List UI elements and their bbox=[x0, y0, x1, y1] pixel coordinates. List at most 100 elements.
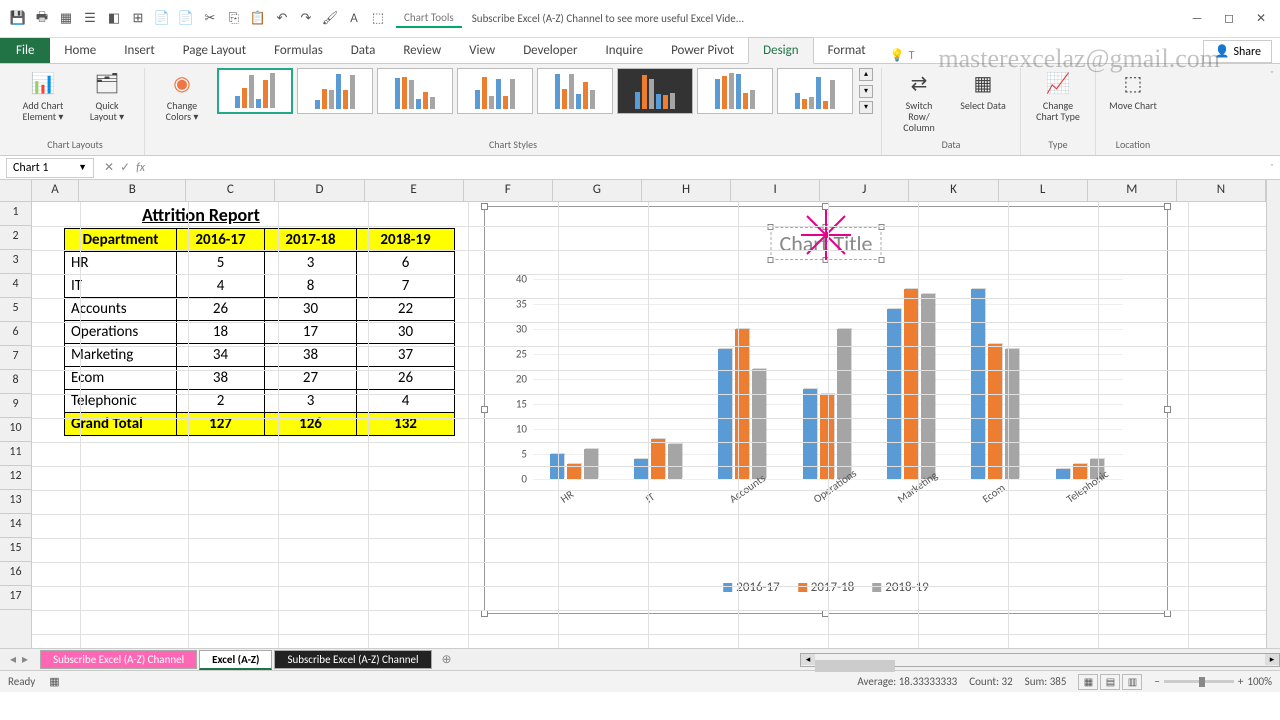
vertical-scrollbar[interactable] bbox=[1266, 180, 1280, 648]
tab-page-layout[interactable]: Page Layout bbox=[169, 38, 260, 63]
row-header-6[interactable]: 6 bbox=[0, 322, 31, 346]
tab-developer[interactable]: Developer bbox=[509, 38, 591, 63]
share-button[interactable]: 👤Share bbox=[1203, 40, 1272, 63]
column-header-A[interactable]: A bbox=[32, 180, 80, 201]
sheet-tab-2[interactable]: Excel (A-Z) bbox=[199, 650, 272, 670]
select-all-corner[interactable] bbox=[0, 180, 32, 201]
column-header-K[interactable]: K bbox=[909, 180, 998, 201]
minimize-button[interactable]: — bbox=[1182, 9, 1212, 29]
cells-area[interactable]: Attrition Report Department2016-172017-1… bbox=[32, 202, 1266, 648]
style-scroll[interactable]: ▴▾▾ bbox=[859, 68, 873, 114]
redo-icon[interactable]: ↷ bbox=[298, 11, 314, 27]
chart-style-7[interactable] bbox=[697, 68, 773, 114]
qat-icon-3[interactable]: ▦ bbox=[58, 11, 74, 27]
chart-style-5[interactable] bbox=[537, 68, 613, 114]
column-header-L[interactable]: L bbox=[999, 180, 1088, 201]
chart-style-4[interactable] bbox=[457, 68, 533, 114]
close-button[interactable]: ✕ bbox=[1246, 9, 1276, 29]
column-header-J[interactable]: J bbox=[820, 180, 909, 201]
normal-view-button[interactable]: ▦ bbox=[1078, 674, 1098, 690]
zoom-out-button[interactable]: − bbox=[1154, 675, 1159, 688]
tell-me-search[interactable]: 💡T bbox=[890, 48, 915, 63]
macro-icon[interactable]: ▦ bbox=[49, 675, 59, 688]
zoom-in-button[interactable]: + bbox=[1238, 675, 1243, 688]
expand-formula-icon[interactable]: ˇ bbox=[1264, 161, 1280, 174]
restore-button[interactable]: ◻ bbox=[1214, 9, 1244, 29]
row-header-15[interactable]: 15 bbox=[0, 538, 31, 562]
column-header-N[interactable]: N bbox=[1177, 180, 1266, 201]
tab-review[interactable]: Review bbox=[389, 38, 455, 63]
row-header-3[interactable]: 3 bbox=[0, 250, 31, 274]
change-colors-button[interactable]: ◉Change Colors ▾ bbox=[153, 68, 211, 124]
undo-icon[interactable]: ↶ bbox=[274, 11, 290, 27]
file-tab[interactable]: File bbox=[0, 38, 50, 63]
row-header-4[interactable]: 4 bbox=[0, 274, 31, 298]
column-header-B[interactable]: B bbox=[79, 180, 186, 201]
switch-row-column-button[interactable]: ⇄Switch Row/ Column bbox=[890, 68, 948, 135]
chart-style-2[interactable] bbox=[297, 68, 373, 114]
tab-formulas[interactable]: Formulas bbox=[260, 38, 337, 63]
print-icon[interactable]: 🖶 bbox=[34, 11, 50, 27]
sheet-nav[interactable]: ◂▸ bbox=[0, 652, 38, 667]
tab-inquire[interactable]: Inquire bbox=[591, 38, 657, 63]
row-header-2[interactable]: 2 bbox=[0, 226, 31, 250]
qat-icon-7[interactable]: 📄 bbox=[154, 11, 170, 27]
row-header-1[interactable]: 1 bbox=[0, 202, 31, 226]
chart-object[interactable]: Chart Title 0510152025303540 HRITAccount… bbox=[484, 206, 1168, 614]
chart-style-8[interactable] bbox=[777, 68, 853, 114]
tab-home[interactable]: Home bbox=[50, 38, 110, 63]
fx-icon[interactable]: fx bbox=[136, 161, 145, 175]
qat-icon-5[interactable]: ◧ bbox=[106, 11, 122, 27]
row-header-9[interactable]: 9 bbox=[0, 394, 31, 418]
column-header-E[interactable]: E bbox=[365, 180, 464, 201]
row-header-14[interactable]: 14 bbox=[0, 514, 31, 538]
tab-power-pivot[interactable]: Power Pivot bbox=[657, 38, 748, 63]
qat-icon-8[interactable]: 📄 bbox=[178, 11, 194, 27]
chart-title[interactable]: Chart Title bbox=[771, 227, 882, 260]
qat-icon-14[interactable]: 🖌 bbox=[322, 11, 338, 27]
row-header-10[interactable]: 10 bbox=[0, 418, 31, 442]
tab-data[interactable]: Data bbox=[337, 38, 390, 63]
column-header-F[interactable]: F bbox=[464, 180, 553, 201]
cut-icon[interactable]: ✂ bbox=[202, 11, 218, 27]
collapse-ribbon-icon[interactable]: ˇ bbox=[1270, 68, 1274, 81]
sheet-tab-3[interactable]: Subscribe Excel (A-Z) Channel bbox=[274, 650, 431, 669]
qat-icon-16[interactable]: ⬚ bbox=[370, 11, 386, 27]
quick-layout-button[interactable]: 🗂Quick Layout ▾ bbox=[78, 68, 136, 124]
horizontal-scrollbar[interactable]: ◂▸ bbox=[800, 653, 1280, 667]
copy-icon[interactable]: ⎘ bbox=[226, 11, 242, 27]
new-sheet-button[interactable]: ⊕ bbox=[432, 652, 462, 667]
row-header-12[interactable]: 12 bbox=[0, 466, 31, 490]
chart-style-3[interactable] bbox=[377, 68, 453, 114]
enter-formula-icon[interactable]: ✓ bbox=[120, 160, 130, 175]
row-header-13[interactable]: 13 bbox=[0, 490, 31, 514]
page-break-view-button[interactable]: ▥ bbox=[1122, 674, 1142, 690]
qat-icon-15[interactable]: A bbox=[346, 11, 362, 27]
formula-input[interactable] bbox=[155, 158, 1264, 177]
select-data-button[interactable]: ▦Select Data bbox=[954, 68, 1012, 113]
page-layout-view-button[interactable]: ▤ bbox=[1100, 674, 1120, 690]
cancel-formula-icon[interactable]: ✕ bbox=[104, 160, 114, 175]
column-header-D[interactable]: D bbox=[275, 180, 364, 201]
qat-icon-6[interactable]: ⊞ bbox=[130, 11, 146, 27]
paste-icon[interactable]: 📋 bbox=[250, 11, 266, 27]
column-header-G[interactable]: G bbox=[553, 180, 642, 201]
row-header-8[interactable]: 8 bbox=[0, 370, 31, 394]
column-header-M[interactable]: M bbox=[1088, 180, 1177, 201]
add-chart-element-button[interactable]: 📊Add Chart Element ▾ bbox=[14, 68, 72, 124]
row-header-16[interactable]: 16 bbox=[0, 562, 31, 586]
chart-style-1[interactable] bbox=[217, 68, 293, 114]
tab-format[interactable]: Format bbox=[814, 38, 880, 63]
sheet-tab-1[interactable]: Subscribe Excel (A-Z) Channel bbox=[40, 650, 197, 669]
tab-view[interactable]: View bbox=[455, 38, 509, 63]
row-header-7[interactable]: 7 bbox=[0, 346, 31, 370]
column-header-C[interactable]: C bbox=[186, 180, 275, 201]
move-chart-button[interactable]: ⬚Move Chart bbox=[1104, 68, 1162, 113]
save-icon[interactable]: 💾 bbox=[10, 11, 26, 27]
tab-design[interactable]: Design bbox=[748, 37, 813, 64]
column-header-H[interactable]: H bbox=[642, 180, 731, 201]
name-box[interactable]: Chart 1▼ bbox=[6, 158, 94, 178]
column-header-I[interactable]: I bbox=[731, 180, 820, 201]
qat-icon-4[interactable]: ☰ bbox=[82, 11, 98, 27]
zoom-level[interactable]: 100% bbox=[1247, 675, 1272, 688]
